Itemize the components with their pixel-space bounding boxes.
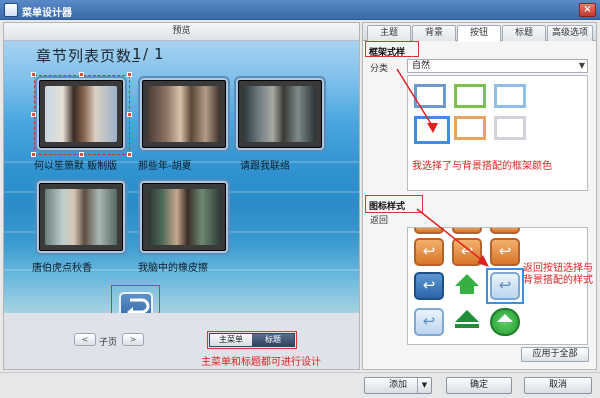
chevron-down-icon[interactable]: ▼ bbox=[417, 378, 431, 393]
return-arrow-icon: ↩ bbox=[498, 242, 512, 260]
resize-handle[interactable] bbox=[79, 72, 84, 77]
category-label: 分类 bbox=[370, 64, 389, 74]
eject-icon bbox=[455, 310, 479, 322]
resize-handle[interactable] bbox=[127, 72, 132, 77]
page-total: 1 bbox=[154, 45, 164, 63]
page-title[interactable]: 章节列表页数 bbox=[36, 45, 132, 66]
return-arrow-icon bbox=[127, 298, 150, 313]
frame-style-option[interactable] bbox=[454, 84, 486, 108]
chevron-down-icon: ▼ bbox=[578, 61, 585, 70]
tab-button[interactable]: 按钮 bbox=[457, 25, 501, 42]
menu-title-switch: 主菜单 标题 bbox=[209, 333, 295, 347]
annotation-text: 返回按钮选择与背景搭配的样式 bbox=[523, 263, 593, 286]
window-title: 菜单设计器 bbox=[22, 8, 72, 19]
tab-advanced[interactable]: 高级选项 bbox=[547, 25, 593, 41]
resize-handle[interactable] bbox=[31, 112, 36, 117]
next-page-button[interactable]: > bbox=[122, 333, 144, 346]
thumbnail-label[interactable]: 何以笙箫默 贩制版 bbox=[34, 157, 117, 172]
thumbnail-label[interactable]: 我脑中的橡皮擦 bbox=[138, 259, 208, 274]
thumbnail-image bbox=[45, 189, 117, 245]
tab-title[interactable]: 标题 bbox=[502, 25, 546, 41]
chapter-thumbnail[interactable] bbox=[140, 78, 228, 150]
up-arrow-icon-base bbox=[460, 286, 474, 294]
page-separator: / bbox=[143, 45, 149, 63]
apply-to-all-button[interactable]: 应用于全部 bbox=[521, 347, 589, 362]
chapter-thumbnail[interactable] bbox=[37, 181, 125, 253]
thumbnail-label[interactable]: 请跟我联络 bbox=[240, 157, 290, 172]
chapter-thumbnail[interactable] bbox=[140, 181, 228, 253]
annotation-arrow bbox=[416, 208, 489, 267]
settings-tabs: 主题 背景 按钮 标题 高级选项 bbox=[363, 23, 596, 42]
cancel-button[interactable]: 取消 bbox=[524, 377, 592, 394]
frame-style-option[interactable] bbox=[454, 116, 486, 140]
return-label: 返回 bbox=[370, 216, 389, 226]
icon-option[interactable] bbox=[452, 308, 482, 336]
resize-handle[interactable] bbox=[127, 152, 132, 157]
add-button[interactable]: 添加 ▼ bbox=[364, 377, 432, 394]
eject-icon-bar bbox=[455, 324, 479, 328]
return-arrow-icon: ↩ bbox=[422, 312, 436, 330]
close-button[interactable]: × bbox=[579, 3, 596, 17]
annotation-arrow bbox=[396, 68, 438, 133]
menu-canvas[interactable]: 章节列表页数 1 / 1 何以笙箫默 贩制版 那些年-胡夏 请跟我联络 唐伯虎点… bbox=[4, 41, 359, 313]
thumbnail-image bbox=[148, 189, 220, 245]
resize-handle[interactable] bbox=[127, 112, 132, 117]
title-bar: 菜单设计器 × bbox=[0, 0, 600, 20]
add-label: 添加 bbox=[388, 380, 407, 390]
preview-header: 预览 bbox=[4, 23, 359, 41]
selection-box bbox=[34, 75, 130, 155]
main-menu-tab[interactable]: 主菜单 bbox=[210, 334, 252, 346]
icon-option-selected[interactable]: ↩ bbox=[490, 272, 520, 300]
page-current-underline bbox=[132, 61, 139, 62]
back-icon[interactable] bbox=[119, 292, 153, 313]
thumbnail-label[interactable]: 那些年-胡夏 bbox=[138, 157, 192, 172]
app-icon bbox=[4, 3, 18, 17]
confirm-button[interactable]: 确定 bbox=[446, 377, 512, 394]
annotation-text: 我选择了与背景搭配的框架颜色 bbox=[412, 161, 552, 172]
return-arrow-icon: ↩ bbox=[498, 276, 512, 294]
settings-panel: 主题 背景 按钮 标题 高级选项 框架式样 分类 自然 ▼ 我选择了与背景搭配的… bbox=[362, 22, 597, 370]
eject-icon bbox=[497, 314, 513, 322]
return-arrow-icon: ↩ bbox=[422, 276, 436, 294]
preview-footer: < 子页 > 主菜单 标题 主菜单和标题都可进行设计 bbox=[4, 313, 359, 369]
icon-option[interactable] bbox=[490, 228, 520, 234]
thumbnail-image bbox=[244, 86, 316, 142]
tab-theme[interactable]: 主题 bbox=[367, 25, 411, 41]
annotation-text: 主菜单和标题都可进行设计 bbox=[201, 357, 321, 368]
icon-option[interactable] bbox=[490, 308, 520, 336]
prev-page-button[interactable]: < bbox=[74, 333, 96, 346]
icon-option[interactable]: ↩ bbox=[414, 308, 444, 336]
chapter-thumbnail[interactable] bbox=[236, 78, 324, 150]
tab-background[interactable]: 背景 bbox=[412, 25, 456, 41]
icon-style-heading: 图标样式 bbox=[369, 202, 406, 212]
resize-handle[interactable] bbox=[31, 72, 36, 77]
frame-style-option[interactable] bbox=[494, 116, 526, 140]
title-tab[interactable]: 标题 bbox=[252, 334, 294, 346]
preview-panel: 预览 章节列表页数 1 / 1 何以笙箫默 贩制版 那些年-胡夏 请跟我联络 唐… bbox=[3, 22, 360, 370]
thumbnail-label[interactable]: 唐伯虎点秋香 bbox=[32, 259, 92, 274]
thumbnail-image bbox=[148, 86, 220, 142]
bottom-bar: 添加 ▼ 确定 取消 bbox=[0, 372, 600, 398]
back-button-selection[interactable] bbox=[111, 285, 160, 313]
frame-style-heading: 框架式样 bbox=[369, 48, 406, 58]
subpage-label: 子页 bbox=[99, 338, 118, 348]
icon-option[interactable]: ↩ bbox=[490, 238, 520, 266]
frame-style-option[interactable] bbox=[494, 84, 526, 108]
